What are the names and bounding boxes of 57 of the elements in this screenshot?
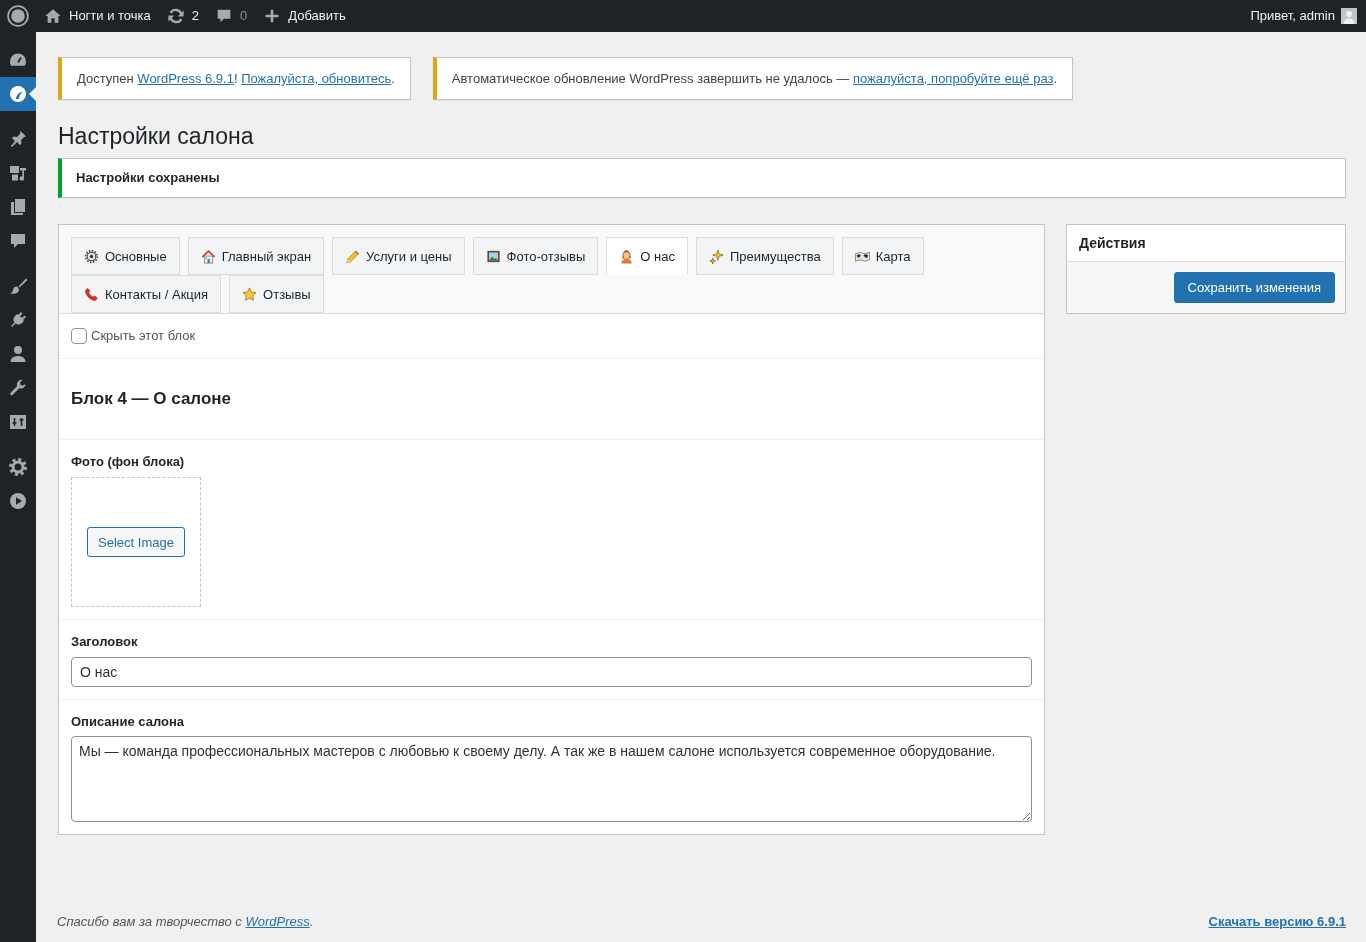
home-icon [44, 7, 62, 25]
notice-text: Автоматическое обновление WordPress завершить не удалось — пожалуйста, попробуйте ещё раз. [451, 70, 1058, 87]
pencil-icon [345, 248, 361, 264]
notice-text: Доступен WordPress 6.9.1! Пожалуйста, обновитесь. [77, 70, 395, 87]
framed-picture-icon [485, 248, 501, 264]
user-icon [8, 344, 28, 364]
comments-link[interactable]: 0 [207, 0, 256, 32]
updates-link[interactable]: 2 [158, 0, 208, 32]
tab[interactable]: О нас [606, 237, 688, 275]
title-input-field[interactable]: О нас [71, 657, 1032, 687]
new-content-link[interactable]: Добавить [255, 0, 354, 32]
gear-icon [8, 457, 28, 477]
field-label: Фото (фон блока) [71, 453, 186, 471]
select-image-button[interactable]: Select Image [87, 527, 185, 557]
version-link[interactable]: Скачать версию 6.9.1 [1208, 913, 1346, 931]
star-icon [242, 286, 258, 302]
brush-icon [8, 276, 28, 296]
media-icon [8, 163, 28, 183]
wrench-icon [8, 378, 28, 398]
house-icon [200, 248, 216, 264]
tab[interactable]: Отзывы [229, 275, 324, 313]
gear-icon [84, 248, 99, 264]
checkbox-label: Скрыть этот блок [91, 328, 196, 344]
footer-credit: Спасибо вам за творчество с WordPress. [57, 913, 314, 931]
tab[interactable]: Услуги и цены [332, 237, 465, 275]
logo-icon [7, 5, 29, 27]
menu-item[interactable] [0, 77, 36, 111]
tab[interactable]: Основные [71, 237, 180, 275]
site-link[interactable]: Ногти и точка [36, 0, 159, 32]
pages-icon [8, 197, 28, 217]
notice-link[interactable]: WordPress 6.9.1 [137, 71, 234, 86]
pin-icon [8, 129, 28, 149]
page-title: Настройки салона [58, 122, 255, 151]
sparkles-icon [708, 248, 724, 264]
person-icon [619, 248, 635, 264]
hide-block-checkbox[interactable] [71, 328, 87, 344]
phone-icon [84, 286, 99, 302]
swirl-circle-icon [8, 84, 28, 104]
description-field[interactable]: Мы — команда профессиональных мастеров с любовью к своему делу. А так же в нашем салоне используется современное оборудование. [71, 736, 1032, 822]
field-label: Заголовок [71, 633, 139, 651]
tab[interactable]: Преимущества [695, 237, 834, 275]
account-link[interactable]: Привет, admin [1242, 0, 1366, 32]
tab[interactable]: Контакты / Акция [71, 275, 222, 313]
tab[interactable]: Карта [841, 237, 924, 275]
box-title: Действия [1079, 235, 1146, 251]
comment-icon [8, 231, 28, 251]
footer-link[interactable]: WordPress [245, 914, 310, 929]
field-label: Описание салона [71, 713, 185, 731]
block-heading: Блок 4 — О салоне [71, 388, 233, 410]
refresh-icon [166, 7, 185, 25]
play-icon [8, 491, 28, 511]
avatar-icon [1341, 8, 1357, 24]
tab[interactable]: Фото-отзывы [472, 237, 599, 275]
sliders-icon [8, 412, 28, 432]
tab[interactable]: Главный экран [187, 237, 325, 275]
save-button[interactable]: Сохранить изменения [1173, 272, 1335, 303]
notice-text: Настройки сохранены [76, 170, 221, 186]
